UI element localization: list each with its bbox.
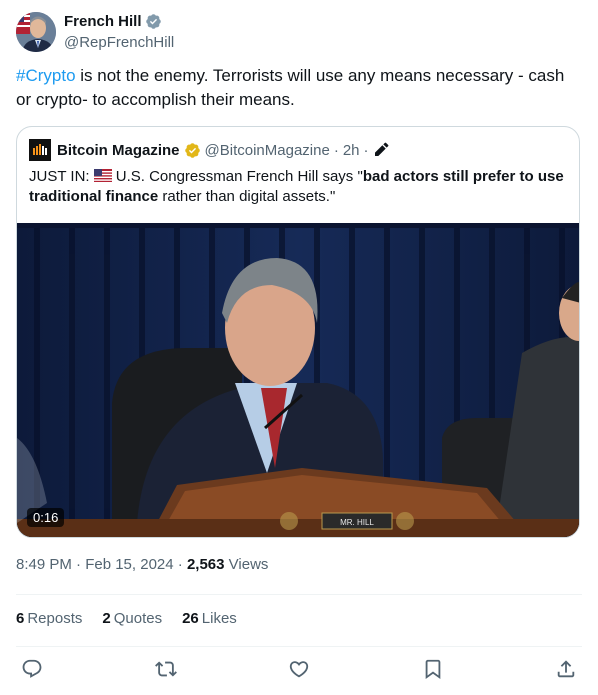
avatar[interactable]: [16, 12, 56, 52]
bookmark-icon: [425, 659, 441, 680]
quoted-text: JUST IN: U.S. Congressman French Hill sa…: [29, 168, 564, 205]
quotes-stat[interactable]: 2 Quotes: [102, 610, 162, 627]
tweet-meta: 8:49 PM · Feb 15, 2024 · 2,563 Views: [16, 556, 269, 573]
repost-icon: [155, 661, 177, 677]
bitcoin-magazine-logo: [29, 139, 51, 161]
like-button[interactable]: [288, 658, 310, 680]
separator-dot: ·: [333, 141, 339, 159]
divider: [16, 646, 582, 647]
author-name[interactable]: French Hill: [64, 13, 142, 30]
quoted-tweet[interactable]: Bitcoin Magazine @BitcoinMagazine · 2h ·…: [16, 126, 580, 538]
share-icon: [557, 660, 575, 678]
views-label: Views: [224, 556, 269, 573]
quoted-timestamp: 2h: [342, 141, 360, 159]
gold-verified-badge-icon: [184, 142, 200, 158]
hashtag-link[interactable]: #Crypto: [16, 66, 76, 85]
bookmark-button[interactable]: [422, 658, 444, 680]
heart-icon: [289, 661, 309, 678]
reposts-stat[interactable]: 6 Reposts: [16, 610, 82, 627]
video-frame: MR. HILL: [17, 223, 579, 537]
quoted-author-handle: @BitcoinMagazine: [204, 141, 330, 159]
verified-badge-icon: [145, 14, 161, 29]
tweet-text: #Crypto is not the enemy. Terrorists wil…: [16, 64, 576, 112]
divider: [16, 594, 582, 595]
views-count: 2,563: [186, 556, 225, 573]
quoted-author-name: Bitcoin Magazine: [57, 141, 180, 159]
us-flag-icon: [93, 169, 112, 182]
engagement-stats: 6 Reposts 2 Quotes 26 Likes: [16, 610, 237, 627]
author-handle[interactable]: @RepFrenchHill: [64, 34, 174, 51]
tweet-header: French Hill @RepFrenchHill: [16, 12, 576, 54]
separator-dot: ·: [363, 141, 369, 159]
edited-pencil-icon: [374, 142, 388, 156]
video-duration: 0:16: [27, 508, 65, 527]
reply-button[interactable]: [21, 658, 43, 680]
quoted-header: Bitcoin Magazine @BitcoinMagazine · 2h ·: [29, 139, 389, 161]
action-bar: [16, 656, 582, 686]
video-player[interactable]: MR. HILL 0:16: [17, 223, 579, 537]
tweet-body: is not the enemy. Terrorists will use an…: [16, 66, 565, 109]
tweet-timestamp[interactable]: 8:49 PM · Feb 15, 2024: [16, 556, 174, 573]
reply-icon: [22, 659, 42, 678]
repost-button[interactable]: [155, 658, 177, 680]
likes-stat[interactable]: 26 Likes: [182, 610, 237, 627]
nameplate-label: MR. HILL: [340, 518, 374, 527]
share-button[interactable]: [555, 658, 577, 680]
